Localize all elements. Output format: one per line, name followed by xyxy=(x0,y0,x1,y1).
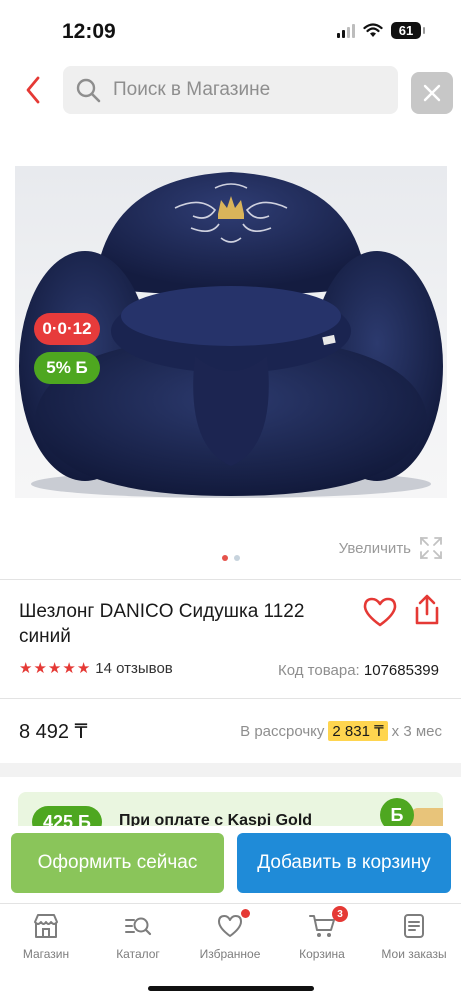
status-time: 12:09 xyxy=(62,20,116,43)
pagination-dot-active xyxy=(222,555,228,561)
cart-icon: 3 xyxy=(308,906,348,940)
tab-store-label: Магазин xyxy=(22,947,70,961)
tab-orders-label: Мои заказы xyxy=(381,947,447,961)
close-search-button[interactable] xyxy=(411,72,453,114)
heart-icon xyxy=(363,597,397,627)
home-indicator xyxy=(148,986,314,991)
status-icons: 61 xyxy=(337,22,425,39)
zoom-button[interactable]: Увеличить xyxy=(339,536,443,560)
favorites-dot-badge xyxy=(241,909,250,918)
product-title: Шезлонг DANICO Сидушка 1122 синий xyxy=(19,601,305,647)
battery-icon: 61 xyxy=(391,22,425,39)
product-image[interactable]: 0·0·12 5% Б xyxy=(15,166,447,498)
star-icon: ★ xyxy=(19,660,33,677)
star-icon: ★ xyxy=(33,660,47,677)
divider xyxy=(0,579,461,580)
share-button[interactable] xyxy=(412,593,442,627)
divider xyxy=(0,698,461,699)
search-input[interactable] xyxy=(113,79,373,101)
tab-cart[interactable]: 3 Корзина xyxy=(276,906,368,968)
orders-icon xyxy=(400,912,428,940)
section-separator xyxy=(0,763,461,777)
search-icon xyxy=(76,78,101,103)
tab-cart-label: Корзина xyxy=(299,947,345,961)
tab-catalog-label: Каталог xyxy=(116,947,160,961)
zoom-label: Увеличить xyxy=(338,539,411,557)
close-icon xyxy=(423,84,441,102)
tab-catalog[interactable]: Каталог xyxy=(92,912,184,968)
product-code: Код товара: 107685399 xyxy=(278,662,439,679)
bonus-badge: 5% Б xyxy=(34,352,100,384)
tab-favorites-label: Избранное xyxy=(199,947,261,961)
tab-favorites[interactable]: Избранное xyxy=(184,909,276,968)
tab-orders[interactable]: Мои заказы xyxy=(368,912,460,968)
star-icon: ★ xyxy=(47,660,62,677)
rating-stars: ★ ★ ★ ★ ★ xyxy=(19,661,90,676)
store-icon xyxy=(32,912,60,940)
back-button[interactable] xyxy=(18,72,48,108)
share-icon xyxy=(415,594,439,625)
top-bar xyxy=(0,64,461,118)
installment-info[interactable]: В рассрочку 2 831 ₸ х 3 мес xyxy=(240,721,442,741)
star-icon: ★ xyxy=(76,660,91,677)
chevron-left-icon xyxy=(26,76,40,104)
installment-amount: 2 831 ₸ xyxy=(328,721,388,741)
search-box[interactable] xyxy=(63,66,398,114)
product-code-label: Код товара: xyxy=(278,662,360,679)
action-bar: Оформить сейчас Добавить в корзину xyxy=(0,826,461,902)
image-pagination xyxy=(222,555,240,561)
catalog-search-icon xyxy=(124,912,152,940)
installment-badge: 0·0·12 xyxy=(34,313,100,345)
signal-icon xyxy=(337,23,355,38)
reviews-link[interactable]: 14 отзывов xyxy=(95,660,173,677)
status-bar: 12:09 61 xyxy=(0,0,461,60)
heart-icon xyxy=(216,909,250,940)
wifi-icon xyxy=(363,23,383,37)
rating-row[interactable]: ★ ★ ★ ★ ★ 14 отзывов xyxy=(19,660,173,677)
expand-icon xyxy=(420,537,442,559)
order-now-button[interactable]: Оформить сейчас xyxy=(11,833,224,893)
installment-prefix: В рассрочку xyxy=(240,722,325,740)
favorite-button[interactable] xyxy=(362,596,398,628)
add-to-cart-button[interactable]: Добавить в корзину xyxy=(237,833,451,893)
cart-count-badge: 3 xyxy=(332,906,348,922)
star-icon: ★ xyxy=(62,660,76,677)
product-price: 8 492 ₸ xyxy=(19,721,88,743)
product-code-value: 107685399 xyxy=(363,662,439,679)
pagination-dot xyxy=(234,555,240,561)
tab-store[interactable]: Магазин xyxy=(0,912,92,968)
installment-suffix: х 3 мес xyxy=(391,722,442,740)
